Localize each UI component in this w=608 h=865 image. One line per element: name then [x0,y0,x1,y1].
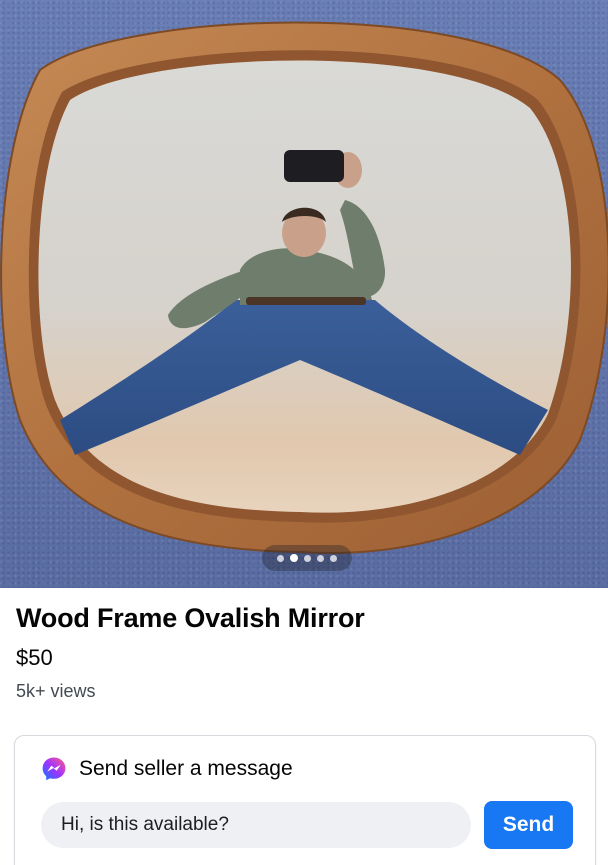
listing-title: Wood Frame Ovalish Mirror [16,603,365,633]
pagination-dot[interactable] [277,554,284,562]
send-button[interactable]: Send [484,801,573,849]
listing-price: $50 [16,645,53,670]
marketplace-listing-page: Wood Frame Ovalish Mirror $50 5k+ views … [0,0,608,865]
message-header: Send seller a message [41,756,293,782]
photo-pagination[interactable] [262,545,352,571]
listing-views: 5k+ views [16,681,96,701]
pagination-dot[interactable] [317,554,324,562]
pagination-dot[interactable] [304,554,311,562]
mirror-photo-illustration [0,21,608,554]
message-header-label: Send seller a message [79,757,293,780]
message-input[interactable]: Hi, is this available? [41,802,471,848]
pagination-dot-active[interactable] [290,554,298,562]
listing-photo[interactable] [0,0,608,588]
pagination-dot[interactable] [330,554,337,562]
messenger-icon [42,757,66,781]
message-seller-card: Send seller a message Hi, is this availa… [14,735,596,865]
